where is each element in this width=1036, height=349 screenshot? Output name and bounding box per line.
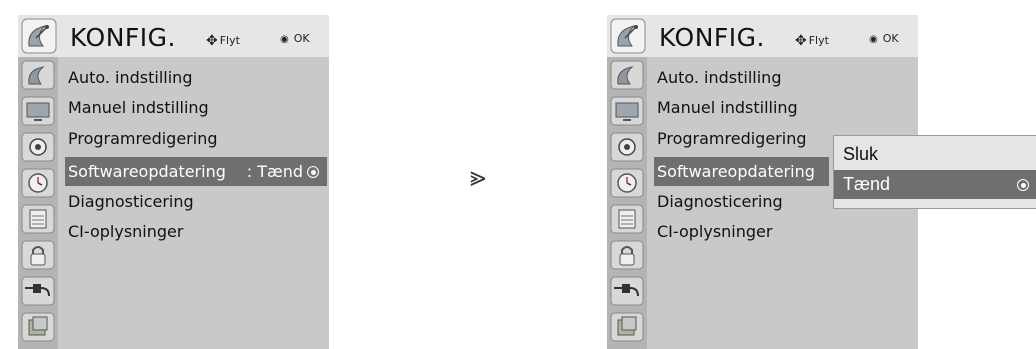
option-off[interactable]: Sluk [834,140,1036,169]
current-value: : Tænd [247,157,319,186]
menu-header: KONFIG. ✥ Flyt ◉ OK [18,15,329,57]
clock-icon[interactable] [21,168,55,198]
radio-selected-icon [307,166,319,178]
radio-selected-icon [1017,179,1029,191]
menu-item-program-edit[interactable]: Programredigering [65,124,218,153]
calendar-icon[interactable] [610,204,644,234]
satellite-dish-icon[interactable] [610,60,644,90]
ok-button-icon: ◉ [280,34,289,45]
config-menu-left: KONFIG. ✥ Flyt ◉ OK Auto. indstilling Ma… [18,15,329,349]
menu-item-diagnostics[interactable]: Diagnosticering [654,187,783,216]
menu-item-ci-info[interactable]: CI-oplysninger [65,217,183,246]
speaker-icon[interactable] [610,132,644,162]
calendar-icon[interactable] [21,204,55,234]
move-arrows-icon: ✥ [795,33,807,49]
page-title: KONFIG. [70,23,176,52]
menu-item-program-edit[interactable]: Programredigering [654,124,807,153]
move-hint-label: Flyt [219,34,240,47]
photo-icon[interactable] [21,312,55,342]
move-arrows-icon: ✥ [206,33,218,49]
speaker-icon[interactable] [21,132,55,162]
ok-hint: ◉ OK [280,32,310,45]
plug-icon[interactable] [610,276,644,306]
menu-item-software-update[interactable]: Softwareopdatering : Tænd [65,157,327,186]
menu-item-auto-tuning[interactable]: Auto. indstilling [654,63,781,92]
padlock-icon[interactable] [610,240,644,270]
menu-item-manual-tuning[interactable]: Manuel indstilling [65,93,209,122]
move-hint-label: Flyt [808,34,829,47]
ok-hint-label: OK [293,32,310,45]
satellite-dish-icon [610,18,646,54]
page-title: KONFIG. [659,23,765,52]
clock-icon[interactable] [610,168,644,198]
menu-item-diagnostics[interactable]: Diagnosticering [65,187,194,216]
padlock-icon[interactable] [21,240,55,270]
software-update-options-popup: Sluk Tænd [833,135,1036,209]
menu-item-manual-tuning[interactable]: Manuel indstilling [654,93,798,122]
ok-button-icon: ◉ [869,34,878,45]
menu-header: KONFIG. ✥ Flyt ◉ OK [607,15,918,57]
satellite-dish-icon [21,18,57,54]
tv-screen-icon[interactable] [21,96,55,126]
plug-icon[interactable] [21,276,55,306]
ok-hint-label: OK [882,32,899,45]
tv-screen-icon[interactable] [610,96,644,126]
menu-item-auto-tuning[interactable]: Auto. indstilling [65,63,192,92]
photo-icon[interactable] [610,312,644,342]
category-sidebar [607,57,647,349]
option-on[interactable]: Tænd [834,170,1036,199]
option-on-label: Tænd [843,174,891,194]
move-hint: ✥ Flyt [206,32,240,49]
transition-arrow-icon: ⪢ [470,160,486,193]
move-hint: ✥ Flyt [795,32,829,49]
satellite-dish-icon[interactable] [21,60,55,90]
menu-item-ci-info[interactable]: CI-oplysninger [654,217,772,246]
ok-hint: ◉ OK [869,32,899,45]
menu-item-software-update[interactable]: Softwareopdatering [654,157,829,186]
category-sidebar [18,57,58,349]
current-value-label: : Tænd [246,162,303,181]
menu-item-label: Softwareopdatering [68,162,226,181]
